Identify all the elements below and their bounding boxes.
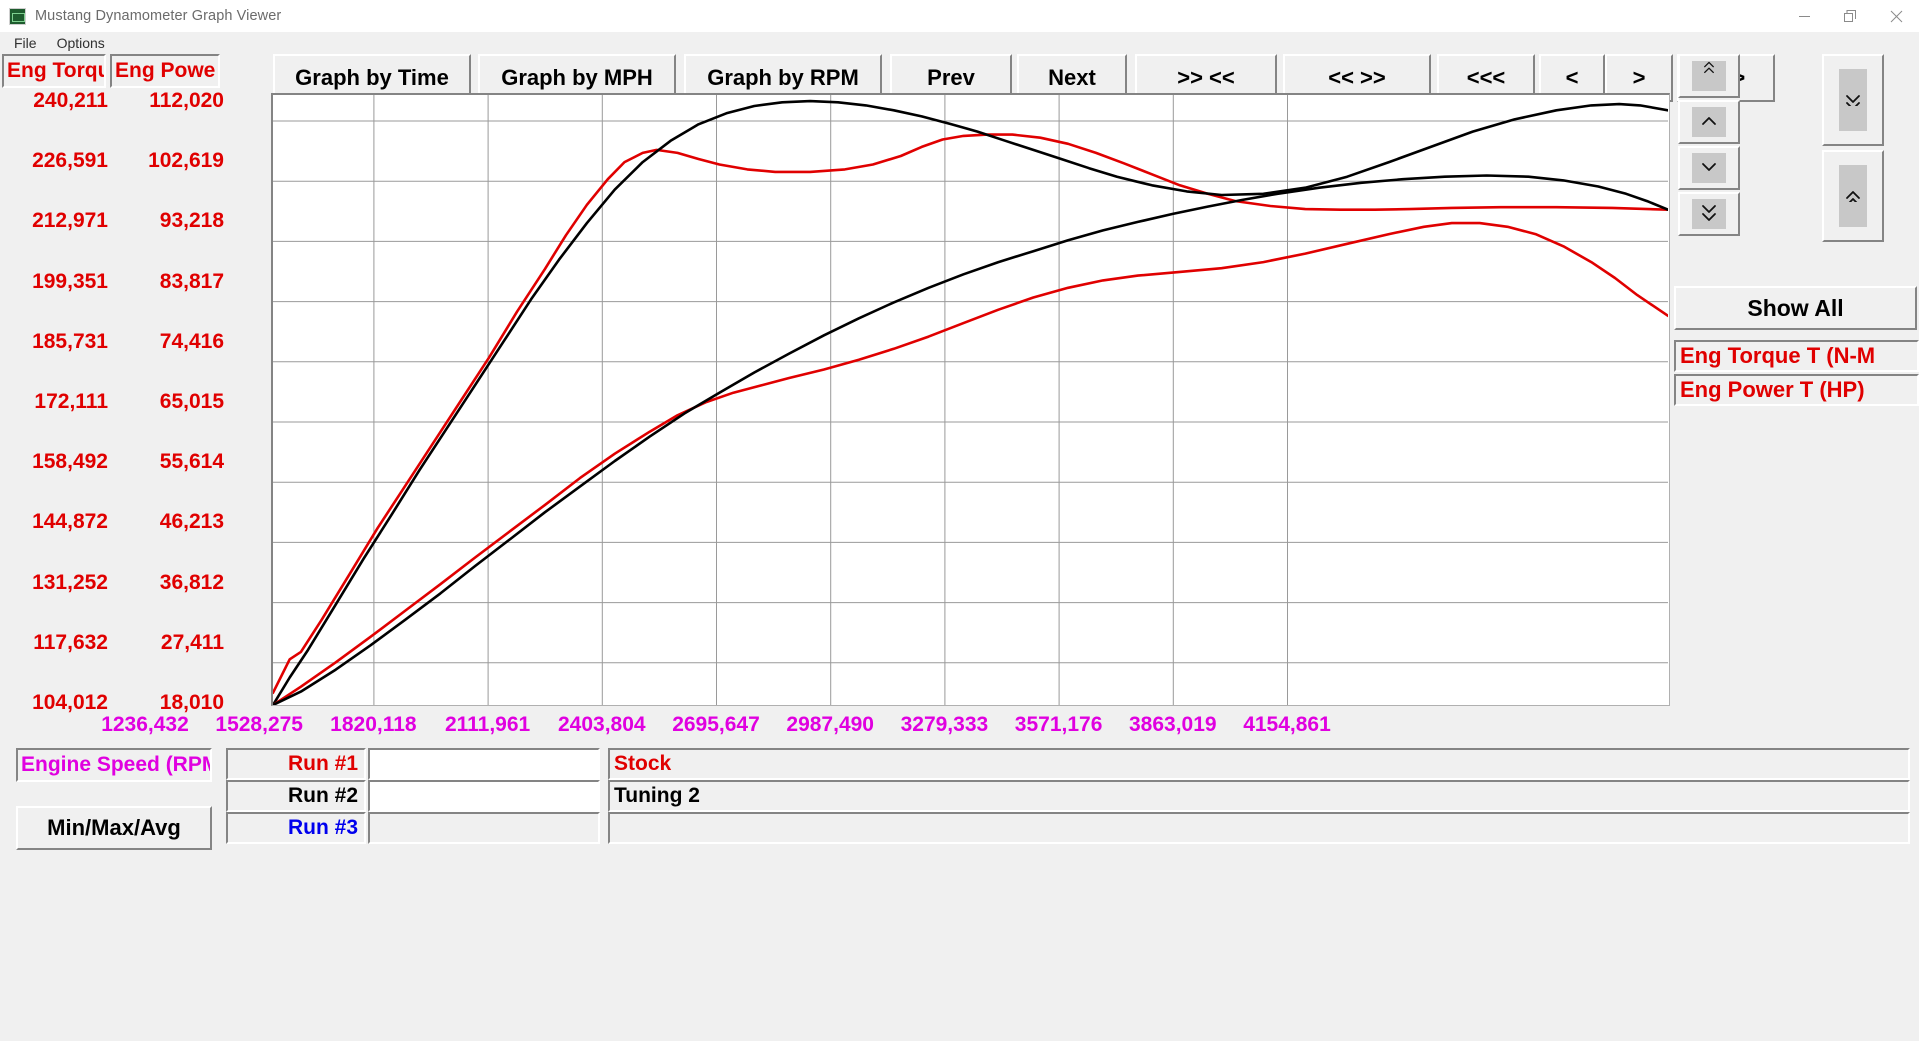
window-controls (1781, 0, 1919, 32)
torque-scale-up-fast-button[interactable] (1678, 54, 1740, 98)
y-tick-torque: 199,351 (32, 269, 108, 293)
y-tick-power: 74,416 (159, 329, 224, 353)
series-line-eng-torque-t-n-m-run-2-tuning-2 (273, 99, 1668, 705)
y-tick-torque: 185,731 (32, 329, 108, 353)
y-tick-row: 212,971 93,218 (0, 208, 270, 234)
run-value-field-3[interactable] (368, 812, 600, 844)
axis-header-eng-torqu: Eng Torqu (2, 54, 106, 88)
bottom-panel: Engine Speed (RPM Min/Max/Avg Run #1 Stoc… (0, 742, 1919, 1041)
legend-item-eng-power-t-hp: Eng Power T (HP) (1674, 374, 1919, 406)
y-tick-power: 112,020 (149, 89, 224, 112)
arrow-glyph-box (1839, 165, 1867, 227)
x-axis-labels: 1236,432 1528,275 1820,118 2111,961 2403,804… (0, 708, 1680, 742)
torque-scale-up-button[interactable] (1678, 100, 1740, 144)
run-value-field-2[interactable] (368, 780, 600, 812)
y-tick-torque: 158,492 (32, 450, 108, 474)
graph-plot-area[interactable] (271, 93, 1670, 706)
x-tick-label: 4154,861 (1243, 713, 1331, 736)
run-label-1: Run #1 (226, 748, 366, 780)
minimize-icon (1798, 15, 1810, 17)
right-control-panel: Show All Eng Torque T (N-M Eng Power T (H… (1672, 54, 1919, 714)
power-scale-expand-button[interactable] (1822, 54, 1884, 146)
y-tick-torque: 172,111 (34, 390, 108, 413)
close-button[interactable] (1873, 0, 1919, 32)
y-tick-power: 55,614 (159, 450, 224, 474)
run-name-field-1[interactable]: Stock (608, 748, 1910, 780)
run-label-2: Run #2 (226, 780, 366, 812)
y-tick-row: 226,591 102,619 (0, 148, 270, 174)
run-value-field-1[interactable] (368, 748, 600, 780)
series-line-eng-power-t-hp-run-2-tuning-2 (273, 174, 1668, 705)
arrow-glyph-box (1692, 61, 1726, 91)
graph-canvas (273, 95, 1668, 705)
power-scale-contract-button[interactable] (1822, 150, 1884, 242)
y-tick-power: 36,812 (159, 570, 224, 594)
series-line-eng-power-t-hp-run-1-stock (273, 221, 1668, 705)
restore-icon (1843, 9, 1856, 22)
y-tick-row: 240,211 112,020 (0, 88, 270, 114)
y-tick-power: 65,015 (159, 390, 224, 413)
series-line-eng-torque-t-n-m-run-1-stock (273, 133, 1668, 695)
down-chevron-icon (1702, 163, 1716, 171)
run-name-field-2[interactable]: Tuning 2 (608, 780, 1910, 812)
down-up-chevron-icon (1846, 95, 1860, 106)
up-down-chevron-icon (1846, 191, 1860, 202)
y-tick-power: 102,619 (148, 149, 224, 173)
torque-scale-down-button[interactable] (1678, 146, 1740, 190)
arrow-glyph-box (1692, 199, 1726, 229)
run-label-3: Run #3 (226, 812, 366, 844)
axis-header-eng-powe: Eng Powe (110, 54, 220, 88)
title-bar: Mustang Dynamometer Graph Viewer (0, 0, 1919, 32)
y-tick-power: 27,411 (160, 630, 224, 654)
y-tick-row: 131,252 36,812 (0, 570, 270, 596)
y-tick-power: 93,218 (159, 209, 224, 233)
x-axis-title: Engine Speed (RPM (16, 748, 212, 782)
y-tick-torque: 226,591 (32, 149, 108, 173)
legend-item-eng-torque-t-n-m: Eng Torque T (N-M (1674, 340, 1919, 372)
double-up-chevron-icon (1704, 61, 1714, 74)
arrow-glyph-box (1692, 153, 1726, 183)
y-axis-labels: 240,211 112,020 226,591 102,619 212,971 93,21… (0, 88, 270, 714)
y-tick-power: 83,817 (159, 269, 224, 293)
y-tick-row: 158,492 55,614 (0, 449, 270, 475)
y-tick-torque: 117,632 (33, 630, 108, 654)
y-tick-torque: 240,211 (33, 89, 108, 112)
y-tick-power: 46,213 (159, 510, 224, 534)
y-tick-torque: 212,971 (32, 209, 108, 233)
show-all-button[interactable]: Show All (1674, 286, 1917, 330)
window-title: Mustang Dynamometer Graph Viewer (35, 8, 282, 24)
menu-file[interactable]: File (4, 32, 47, 54)
torque-scale-down-fast-button[interactable] (1678, 192, 1740, 236)
menu-options[interactable]: Options (47, 32, 115, 54)
run-name-field-3[interactable] (608, 812, 1910, 844)
y-tick-row: 144,872 46,213 (0, 509, 270, 535)
double-down-chevron-icon (1702, 205, 1716, 221)
arrow-glyph-box (1692, 107, 1726, 137)
up-chevron-icon (1702, 117, 1716, 125)
min-max-avg-button[interactable]: Min/Max/Avg (16, 806, 212, 850)
arrow-glyph-box (1839, 69, 1867, 131)
y-tick-torque: 144,872 (32, 510, 108, 534)
y-tick-row: 172,111 65,015 (0, 389, 270, 415)
y-tick-torque: 131,252 (32, 570, 108, 594)
minimize-button[interactable] (1781, 0, 1827, 32)
y-tick-row: 199,351 83,817 (0, 269, 270, 295)
restore-button[interactable] (1827, 0, 1873, 32)
close-icon (1890, 10, 1902, 22)
y-tick-row: 117,632 27,411 (0, 630, 270, 656)
menu-bar: File Options (0, 32, 1919, 54)
y-tick-row: 185,731 74,416 (0, 329, 270, 355)
app-icon (9, 7, 26, 25)
